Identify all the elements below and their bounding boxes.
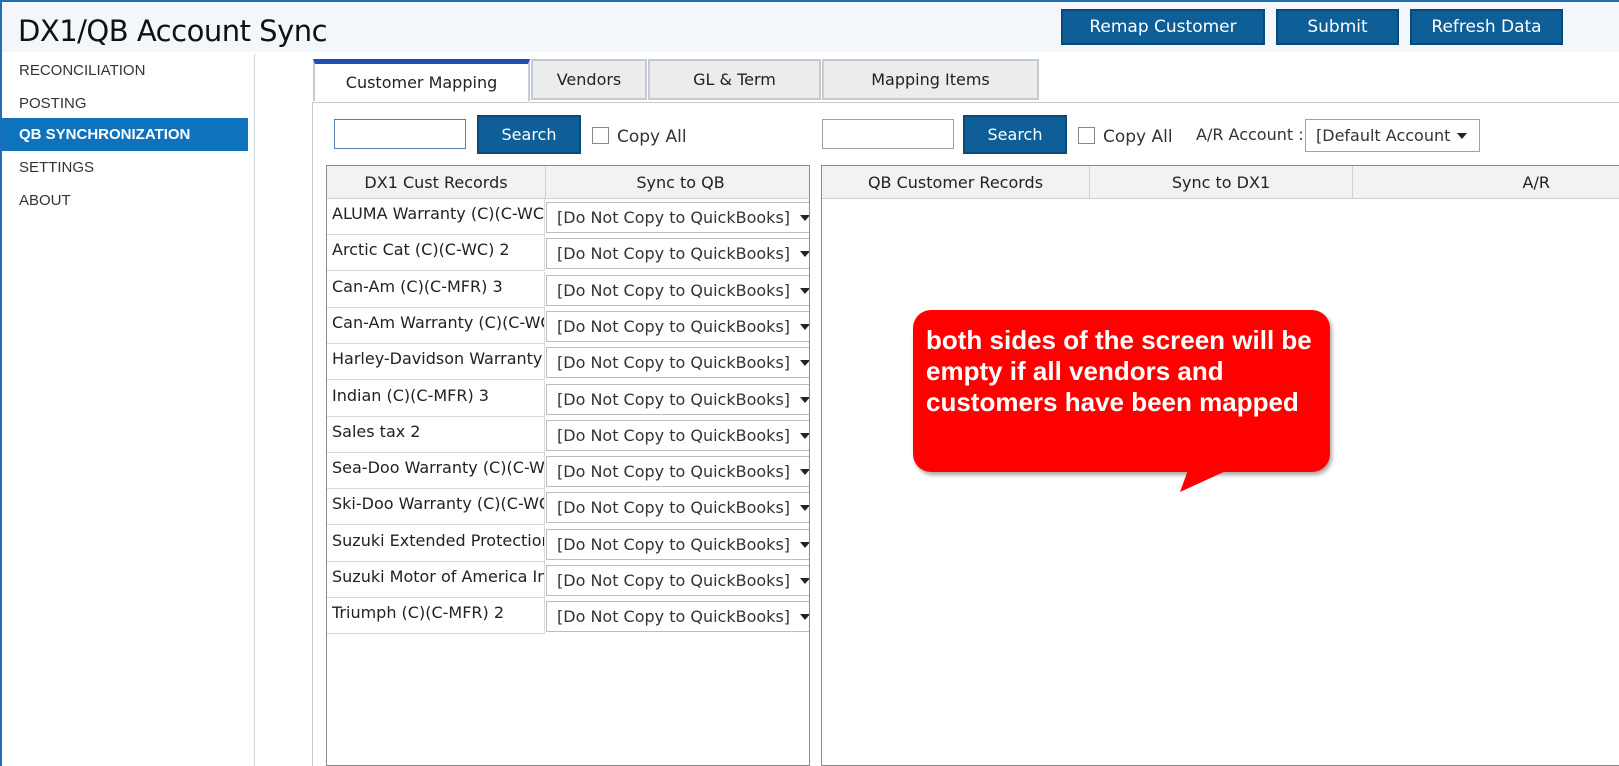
nav-item-posting[interactable]: POSTING xyxy=(2,87,248,120)
row-sync-select[interactable]: [Do Not Copy to QuickBooks] xyxy=(546,238,809,270)
row-customer-name[interactable]: Suzuki Motor of America In xyxy=(327,562,545,598)
app-title: DX1/QB Account Sync xyxy=(18,14,328,48)
row-customer-name[interactable]: Suzuki Extended Protection xyxy=(327,525,545,562)
nav-item-qb-synchronization[interactable]: QB SYNCHRONIZATION xyxy=(2,118,248,151)
row-sync-value: [Do Not Copy to QuickBooks] xyxy=(557,498,791,518)
chevron-down-icon xyxy=(1457,133,1467,139)
nav-item-reconciliation[interactable]: RECONCILIATION xyxy=(2,54,248,87)
dx1-customer-grid: DX1 Cust Records Sync to QB ALUMA Warran… xyxy=(326,165,810,766)
row-sync-value: [Do Not Copy to QuickBooks] xyxy=(557,571,791,590)
row-sync-select[interactable]: [Do Not Copy to QuickBooks] xyxy=(546,456,809,488)
sidebar-nav: RECONCILIATION POSTING QB SYNCHRONIZATIO… xyxy=(2,54,255,766)
column-header-sync-to-qb[interactable]: Sync to QB xyxy=(546,166,809,199)
chevron-down-icon xyxy=(800,215,809,221)
row-sync-select[interactable]: [Do Not Copy to QuickBooks] xyxy=(546,383,809,415)
tab-gl-term[interactable]: GL & Term xyxy=(648,59,821,100)
dx1-search-button[interactable]: Search xyxy=(477,115,581,154)
remap-customer-button[interactable]: Remap Customer xyxy=(1061,9,1265,45)
row-customer-name[interactable]: Sales tax 2 xyxy=(327,416,545,453)
tab-customer-mapping[interactable]: Customer Mapping xyxy=(313,59,530,101)
row-customer-name[interactable]: ALUMA Warranty (C)(C-WC xyxy=(327,199,545,235)
row-sync-select[interactable]: [Do Not Copy to QuickBooks] xyxy=(546,347,809,379)
ar-account-select[interactable]: [Default Account xyxy=(1305,119,1480,152)
row-sync-select[interactable]: [Do Not Copy to QuickBooks] xyxy=(546,310,809,342)
callout-tail xyxy=(1180,470,1228,492)
row-customer-name[interactable]: Sea-Doo Warranty (C)(C-W xyxy=(327,453,545,490)
submit-button[interactable]: Submit xyxy=(1276,9,1399,45)
refresh-data-button[interactable]: Refresh Data xyxy=(1410,9,1563,45)
row-sync-select[interactable]: [Do Not Copy to QuickBooks] xyxy=(546,492,809,524)
row-sync-value: [Do Not Copy to QuickBooks] xyxy=(557,244,791,264)
row-customer-name[interactable]: Can-Am (C)(C-MFR) 3 xyxy=(327,271,545,308)
row-sync-select[interactable]: [Do Not Copy to QuickBooks] xyxy=(546,202,809,233)
column-header-ar[interactable]: A/R xyxy=(1353,166,1619,199)
row-sync-select[interactable]: [Do Not Copy to QuickBooks] xyxy=(546,601,809,633)
qb-copy-all-label: Copy All xyxy=(1103,127,1173,147)
tab-mapping-items[interactable]: Mapping Items xyxy=(822,59,1039,100)
row-customer-name[interactable]: Can-Am Warranty (C)(C-WC xyxy=(327,307,545,344)
chevron-down-icon xyxy=(800,287,809,294)
nav-item-about[interactable]: ABOUT xyxy=(2,184,248,217)
row-sync-value: [Do Not Copy to QuickBooks] xyxy=(557,208,791,227)
row-sync-value: [Do Not Copy to QuickBooks] xyxy=(557,316,791,336)
row-sync-select[interactable]: [Do Not Copy to QuickBooks] xyxy=(546,419,809,451)
row-customer-name[interactable]: Harley-Davidson Warranty xyxy=(327,344,545,381)
chevron-down-icon xyxy=(800,578,809,584)
tab-vendors[interactable]: Vendors xyxy=(531,59,647,100)
column-header-dx1-cust-records[interactable]: DX1 Cust Records xyxy=(327,166,546,199)
annotation-callout: both sides of the screen will be empty i… xyxy=(913,310,1330,472)
dx1-copy-all-label: Copy All xyxy=(617,127,687,147)
qb-copy-all-checkbox[interactable] xyxy=(1078,127,1095,144)
dx1-search-input[interactable] xyxy=(334,119,466,149)
row-sync-value: [Do Not Copy to QuickBooks] xyxy=(557,389,791,409)
chevron-down-icon xyxy=(800,614,809,621)
chevron-down-icon xyxy=(800,469,809,476)
nav-item-settings[interactable]: SETTINGS xyxy=(2,151,248,184)
column-header-sync-to-dx1[interactable]: Sync to DX1 xyxy=(1090,166,1353,199)
dx1-copy-all-checkbox[interactable] xyxy=(592,127,609,144)
chevron-down-icon xyxy=(800,396,809,403)
ar-account-value: [Default Account xyxy=(1316,126,1451,145)
chevron-down-icon xyxy=(800,251,809,258)
row-sync-value: [Do Not Copy to QuickBooks] xyxy=(557,353,791,373)
chevron-down-icon xyxy=(800,323,809,330)
row-sync-value: [Do Not Copy to QuickBooks] xyxy=(557,462,791,482)
qb-search-button[interactable]: Search xyxy=(963,115,1067,154)
chevron-down-icon xyxy=(800,541,809,548)
qb-search-input[interactable] xyxy=(822,119,954,149)
ar-account-label: A/R Account : xyxy=(1196,125,1304,144)
row-sync-value: [Do Not Copy to QuickBooks] xyxy=(557,607,791,627)
row-customer-name[interactable]: Triumph (C)(C-MFR) 2 xyxy=(327,598,545,635)
row-sync-select[interactable]: [Do Not Copy to QuickBooks] xyxy=(546,528,809,560)
row-customer-name[interactable]: Ski-Doo Warranty (C)(C-WC xyxy=(327,489,545,526)
chevron-down-icon xyxy=(800,432,809,439)
row-sync-value: [Do Not Copy to QuickBooks] xyxy=(557,425,791,445)
row-sync-value: [Do Not Copy to QuickBooks] xyxy=(557,280,791,300)
row-customer-name[interactable]: Indian (C)(C-MFR) 3 xyxy=(327,380,545,417)
row-sync-select[interactable]: [Do Not Copy to QuickBooks] xyxy=(546,565,809,596)
row-sync-select[interactable]: [Do Not Copy to QuickBooks] xyxy=(546,274,809,306)
column-header-qb-customer-records[interactable]: QB Customer Records xyxy=(822,166,1090,199)
chevron-down-icon xyxy=(800,505,809,512)
row-sync-value: [Do Not Copy to QuickBooks] xyxy=(557,534,791,554)
row-customer-name[interactable]: Arctic Cat (C)(C-WC) 2 xyxy=(327,235,545,272)
chevron-down-icon xyxy=(800,360,809,367)
